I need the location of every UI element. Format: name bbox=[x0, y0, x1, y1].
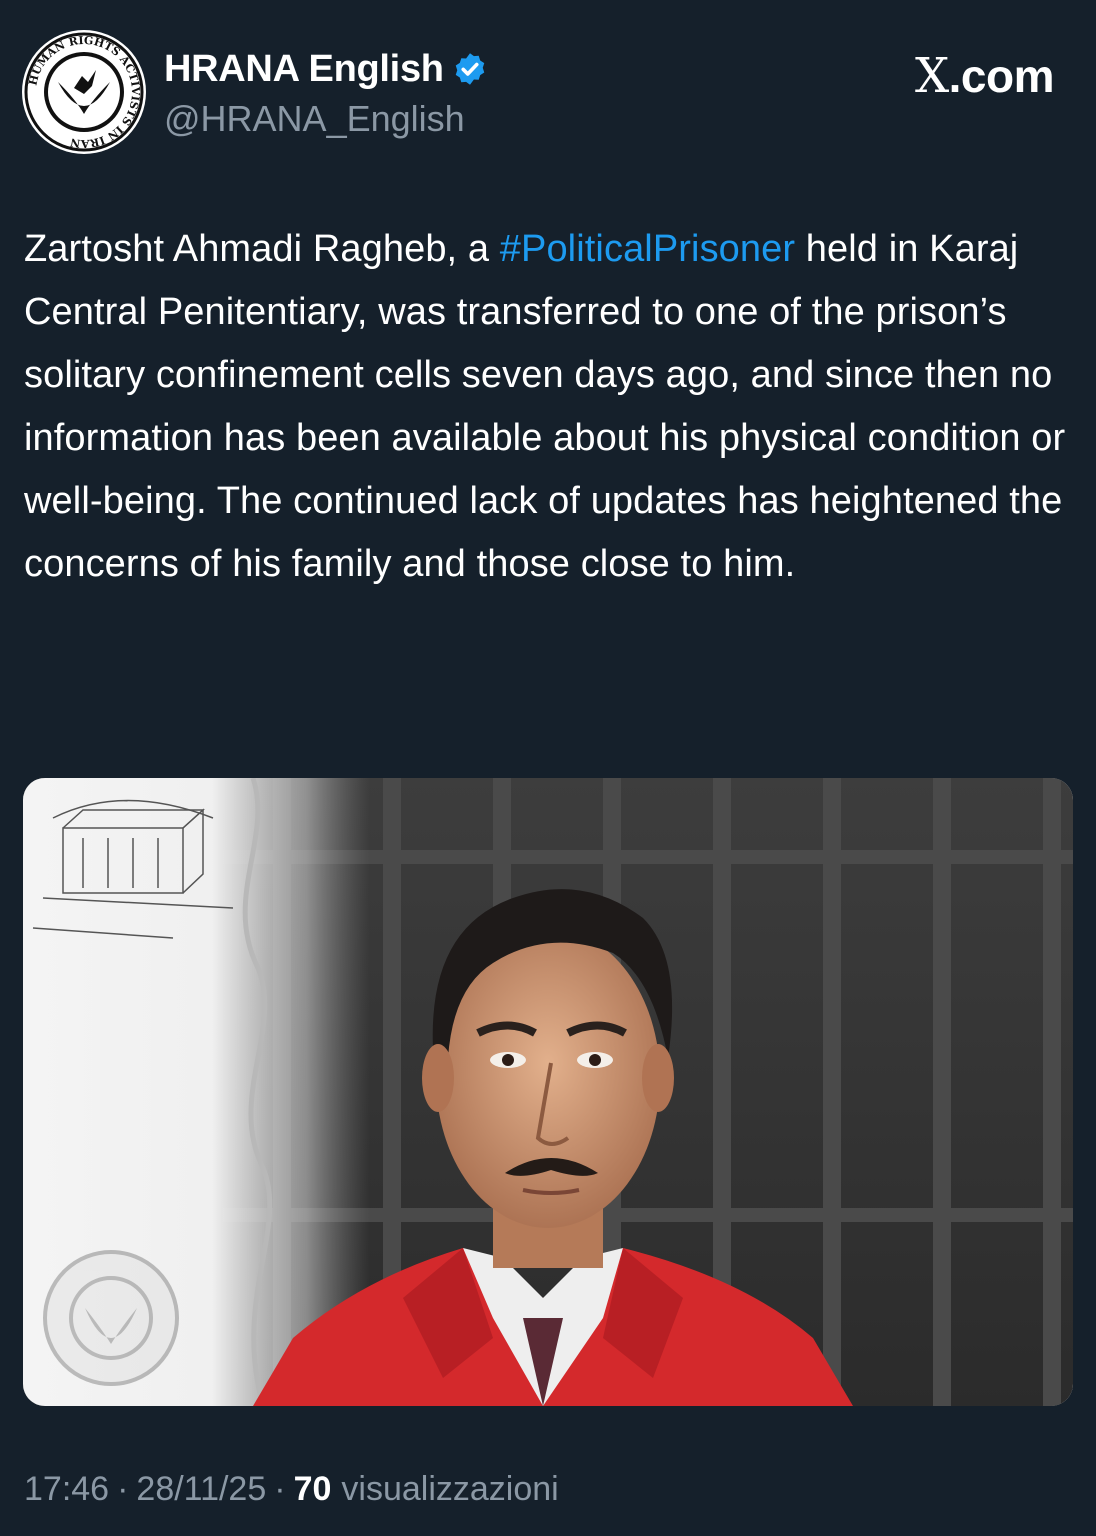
tweet-text-after: held in Karaj Central Penitentiary, was … bbox=[24, 228, 1066, 585]
prisoner-portrait-image bbox=[23, 778, 1073, 1406]
hrana-logo-icon: HUMAN RIGHTS ACTIVISTS IN IRAN bbox=[24, 32, 144, 152]
meta-separator: · bbox=[274, 1470, 286, 1508]
tweet-date[interactable]: 28/11/25 bbox=[136, 1470, 266, 1509]
views-label: visualizzazioni bbox=[341, 1470, 559, 1508]
views-count: 70 bbox=[293, 1470, 332, 1508]
avatar[interactable]: HUMAN RIGHTS ACTIVISTS IN IRAN bbox=[22, 30, 146, 154]
watermark-logo-icon bbox=[43, 1250, 179, 1386]
tweet-text-before: Zartosht Ahmadi Ragheb, a bbox=[24, 228, 500, 270]
verified-badge-icon bbox=[452, 51, 488, 87]
x-logo-icon: X bbox=[914, 48, 949, 104]
tweet-media-image[interactable] bbox=[23, 778, 1073, 1406]
user-handle[interactable]: @HRANA_English bbox=[164, 98, 465, 140]
tweet-time[interactable]: 17:46 bbox=[24, 1470, 109, 1509]
meta-separator: · bbox=[117, 1470, 129, 1508]
x-com-label: X.com bbox=[914, 48, 1055, 104]
name-row: HRANA English bbox=[164, 44, 488, 94]
tweet-header: HUMAN RIGHTS ACTIVISTS IN IRAN HRANA Eng… bbox=[22, 30, 1074, 158]
display-name[interactable]: HRANA English bbox=[164, 48, 444, 91]
tweet-meta: 17:46 · 28/11/25 · 70 visualizzazioni bbox=[24, 1470, 559, 1509]
site-label: .com bbox=[948, 50, 1055, 102]
tweet-screenshot: HUMAN RIGHTS ACTIVISTS IN IRAN HRANA Eng… bbox=[0, 0, 1096, 1536]
hashtag-link[interactable]: #PoliticalPrisoner bbox=[500, 228, 795, 270]
tweet-text: Zartosht Ahmadi Ragheb, a #PoliticalPris… bbox=[24, 218, 1076, 596]
